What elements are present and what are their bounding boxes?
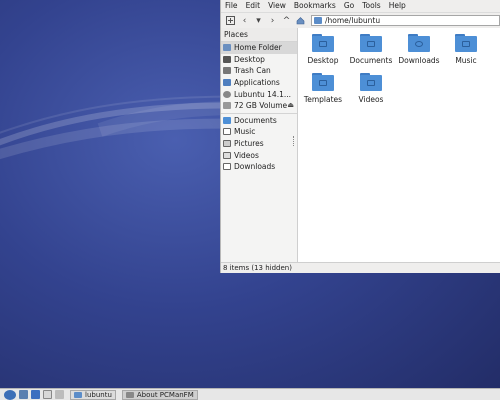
side-pane-title[interactable]: Places (221, 28, 297, 42)
new-tab-button[interactable] (224, 14, 237, 27)
folder-item-videos[interactable]: Videos (349, 73, 393, 104)
folder-label: Videos (358, 95, 384, 104)
sidebar-item-label: Applications (234, 78, 280, 88)
applications-icon (223, 79, 231, 87)
folder-icon (312, 34, 334, 52)
back-arrow-icon: ‹ (242, 15, 247, 26)
music-icon (223, 128, 231, 136)
toolbar: ‹ ▾ › ^ /home/lubuntu (221, 13, 500, 29)
pane-resize-handle[interactable] (293, 136, 296, 146)
sidebar-item-label: Lubuntu 14.1... (234, 89, 291, 99)
drive-icon (223, 102, 231, 110)
sidebar-item-trash[interactable]: Trash Can (221, 65, 297, 77)
desktop-icon (223, 55, 231, 63)
workspace-icon[interactable] (55, 390, 64, 399)
folder-label: Documents (349, 56, 393, 65)
menu-help[interactable]: Help (385, 0, 410, 12)
disc-icon (223, 90, 231, 98)
back-button[interactable]: ‹ (238, 14, 251, 27)
folder-icon (74, 391, 82, 398)
folder-icon (223, 116, 231, 124)
folder-label: Downloads (398, 56, 440, 65)
folder-icon (360, 73, 382, 91)
folder-icon (312, 73, 334, 91)
menu-view[interactable]: View (264, 0, 290, 12)
downloads-icon (223, 163, 231, 171)
menu-file[interactable]: File (221, 0, 242, 12)
folder-item-templates[interactable]: Templates (301, 73, 345, 104)
forward-button[interactable]: › (266, 14, 279, 27)
up-button[interactable]: ^ (280, 14, 293, 27)
menu-bookmarks[interactable]: Bookmarks (290, 0, 340, 12)
pictures-icon (223, 140, 231, 148)
home-icon (223, 44, 231, 52)
folder-label: Desktop (307, 56, 339, 65)
content-area: Places Home Folder Desktop Trash Can App… (221, 28, 500, 262)
sidebar-item-lubuntu-disc[interactable]: Lubuntu 14.1... (221, 88, 297, 100)
menubar: File Edit View Bookmarks Go Tools Help (221, 0, 500, 13)
folder-icon (314, 17, 322, 24)
file-manager-launcher-icon[interactable] (19, 390, 28, 399)
new-tab-icon (226, 16, 235, 25)
folder-icon (455, 34, 477, 52)
menu-edit[interactable]: Edit (242, 0, 265, 12)
home-icon (296, 17, 305, 25)
sidebar-item-applications[interactable]: Applications (221, 77, 297, 89)
home-button[interactable] (294, 14, 307, 27)
sidebar-item-music[interactable]: Music (221, 126, 297, 138)
sidebar-item-label: Home Folder (234, 43, 282, 53)
file-manager-window: File Edit View Bookmarks Go Tools Help ‹… (220, 0, 500, 273)
sidebar-item-downloads[interactable]: Downloads (221, 161, 297, 173)
side-pane: Places Home Folder Desktop Trash Can App… (221, 28, 298, 262)
folder-item-downloads[interactable]: Downloads (397, 34, 441, 65)
folder-item-desktop[interactable]: Desktop (301, 34, 345, 65)
eject-icon[interactable]: ⏏ (287, 101, 294, 109)
forward-arrow-icon: › (270, 15, 275, 26)
sidebar-item-home-folder[interactable]: Home Folder (221, 42, 297, 54)
sidebar-item-label: Documents (234, 115, 277, 125)
start-menu-icon[interactable] (4, 389, 16, 400)
sidebar-item-videos[interactable]: Videos (221, 149, 297, 161)
sidebar-item-label: Desktop (234, 54, 265, 64)
sidebar-item-label: Music (234, 127, 256, 137)
videos-icon (223, 151, 231, 159)
show-desktop-icon[interactable] (43, 390, 52, 399)
path-text: /home/lubuntu (325, 16, 381, 25)
taskbar-item-label: lubuntu (85, 390, 112, 399)
taskbar-item-label: About PCManFM (136, 390, 194, 399)
up-arrow-icon: ^ (282, 15, 291, 26)
sidebar-item-pictures[interactable]: Pictures (221, 138, 297, 150)
status-bar: 8 items (13 hidden) (221, 262, 500, 273)
folder-label: Templates (303, 95, 343, 104)
sidebar-item-72gb-volume[interactable]: 72 GB Volume ⏏ (221, 100, 297, 112)
taskbar-item-about-pcmanfm[interactable]: About PCManFM (121, 389, 198, 400)
trash-icon (223, 67, 231, 75)
folder-item-music[interactable]: Music (444, 34, 488, 65)
sidebar-item-label: Videos (234, 150, 259, 160)
path-input[interactable]: /home/lubuntu (311, 15, 500, 26)
menu-tools[interactable]: Tools (358, 0, 384, 12)
taskbar: lubuntu About PCManFM (0, 388, 500, 400)
window-icon (125, 391, 134, 398)
sidebar-item-documents[interactable]: Documents (221, 115, 297, 127)
file-view[interactable]: Desktop Documents Downloads Music Templa… (298, 28, 500, 262)
sidebar-item-label: Trash Can (234, 66, 271, 76)
folder-item-documents[interactable]: Documents (349, 34, 393, 65)
sidebar-item-label: Pictures (234, 139, 264, 149)
folder-icon (360, 34, 382, 52)
menu-go[interactable]: Go (340, 0, 358, 12)
history-button[interactable]: ▾ (252, 14, 265, 27)
sidebar-item-label: Downloads (234, 162, 276, 172)
sidebar-divider (221, 112, 297, 114)
folder-icon (408, 34, 430, 52)
taskbar-item-lubuntu[interactable]: lubuntu (70, 389, 116, 400)
chevron-down-icon: ▾ (256, 15, 261, 26)
browser-launcher-icon[interactable] (31, 390, 40, 399)
folder-label: Music (455, 56, 477, 65)
sidebar-item-desktop[interactable]: Desktop (221, 54, 297, 66)
sidebar-item-label: 72 GB Volume (234, 101, 288, 111)
